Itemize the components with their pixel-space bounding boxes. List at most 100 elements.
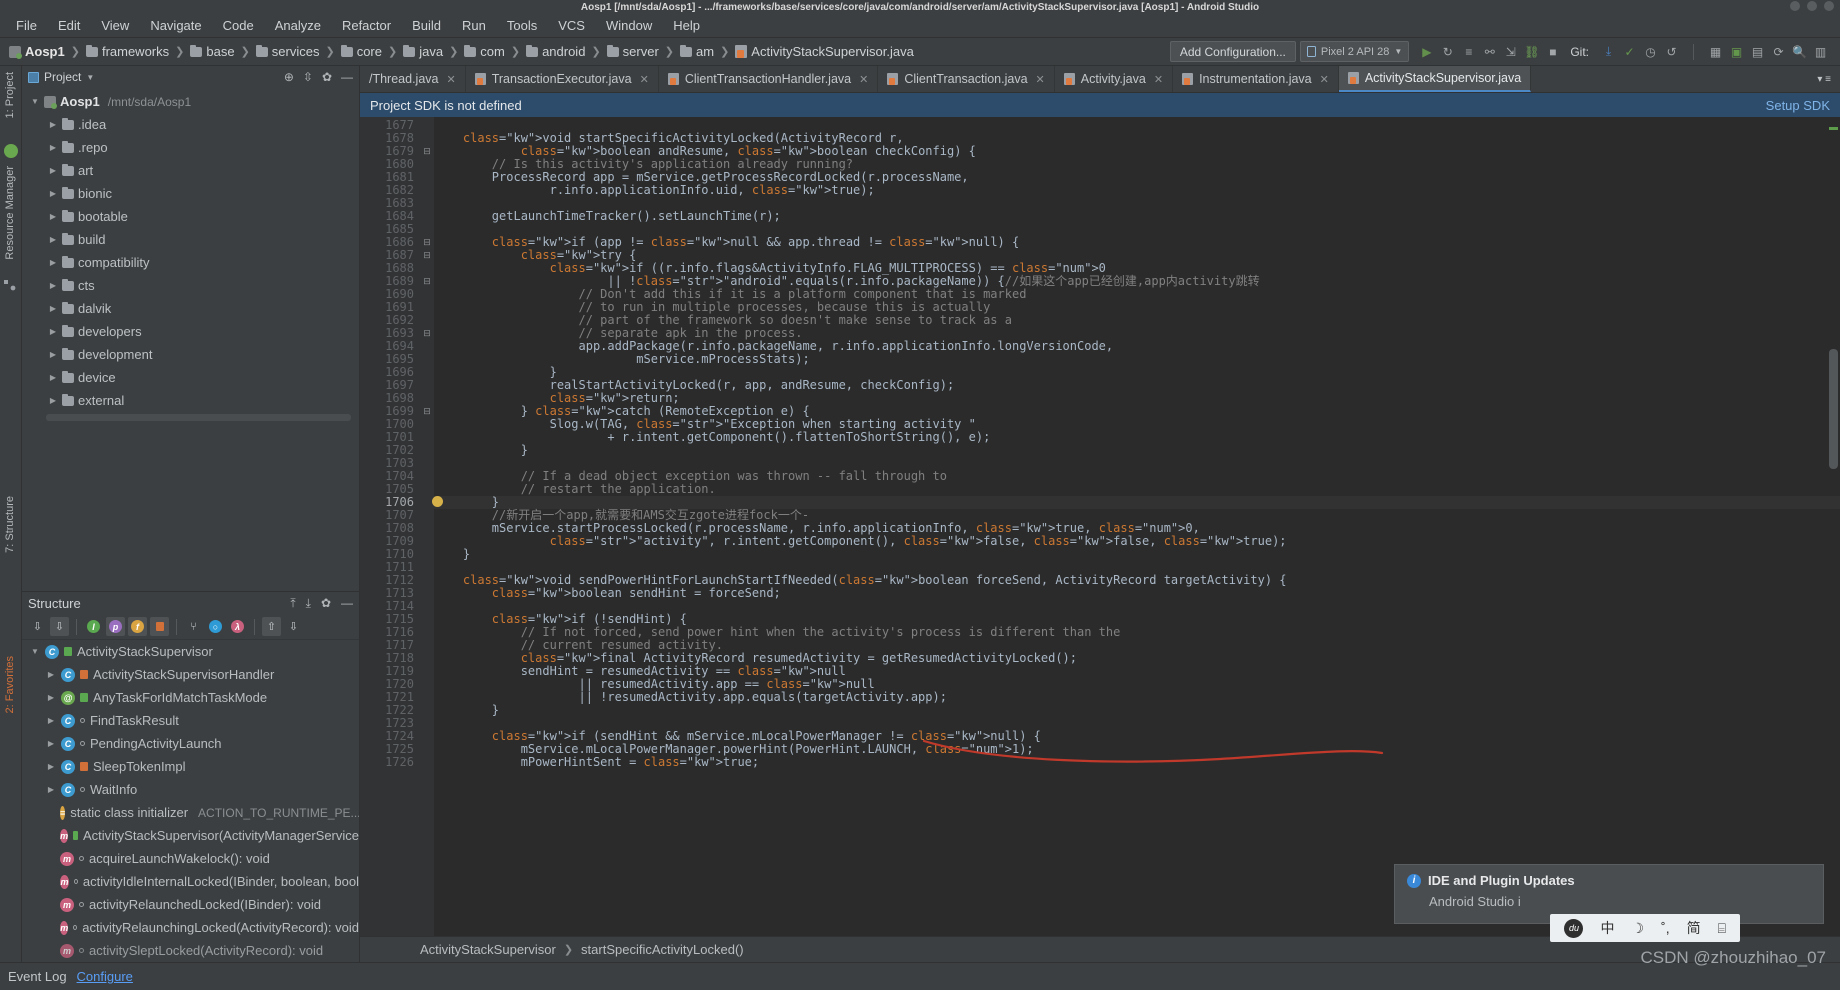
avd-manager-icon[interactable]: ▣ [1729,44,1744,59]
expand-arrow-icon[interactable]: ▶ [48,350,58,359]
tree-row-root[interactable]: ▼ Aosp1 /mnt/sda/Aosp1 [22,90,359,113]
breadcrumb-item-file[interactable]: ActivityStackSupervisor.java [732,43,917,60]
expand-arrow-icon[interactable]: ▶ [48,166,58,175]
expand-arrow-icon[interactable]: ▶ [46,693,56,702]
menu-file[interactable]: File [6,15,47,36]
breadcrumb-class[interactable]: ActivityStackSupervisor [420,942,556,957]
structure-row-pendingactivitylaunch[interactable]: ▶ C PendingActivityLaunch [22,732,359,755]
breadcrumb-item-android[interactable]: android [523,43,588,60]
ime-simplified-toggle[interactable]: 简 [1687,918,1701,938]
structure-row-acquirelaunchwakelock[interactable]: m acquireLaunchWakelock(): void [22,847,359,870]
close-icon[interactable]: ✕ [640,73,649,86]
structure-row-activityrelaunchinglocked[interactable]: m activityRelaunchingLocked(ActivityReco… [22,916,359,939]
close-icon[interactable]: ✕ [446,73,455,86]
expand-arrow-icon[interactable]: ▶ [46,716,56,725]
breadcrumb-item-core[interactable]: core [338,43,385,60]
tree-row-art[interactable]: ▶ art [22,159,359,182]
editor-tab-thread[interactable]: /Thread.java ✕ [360,66,466,92]
structure-row-constructor[interactable]: m ActivityStackSupervisor(ActivityManage… [22,824,359,847]
menu-help[interactable]: Help [663,15,710,36]
menu-window[interactable]: Window [596,15,662,36]
breadcrumb-item-aosp1[interactable]: Aosp1 [6,43,68,60]
show-interfaces-icon[interactable]: ○ [206,617,225,636]
attach-debugger-icon[interactable]: ⇲ [1503,44,1518,59]
breadcrumb-item-frameworks[interactable]: frameworks [83,43,172,60]
event-log-tab[interactable]: Event Log [8,969,67,984]
ime-punctuation-icon[interactable]: ˚, [1661,920,1670,936]
tree-row-cts[interactable]: ▶ cts [22,274,359,297]
expand-arrow-icon[interactable]: ▶ [46,739,56,748]
show-lambdas-icon[interactable]: λ [228,617,247,636]
code-text-area[interactable]: class="kw">void startSpecificActivityLoc… [434,117,1840,936]
structure-row-activityidleinternallocked[interactable]: m activityIdleInternalLocked(IBinder, bo… [22,870,359,893]
settings-gear-icon[interactable]: ✿ [322,70,332,84]
hide-panel-icon[interactable]: — [341,596,353,611]
tree-row-bootable[interactable]: ▶ bootable [22,205,359,228]
menu-run[interactable]: Run [452,15,496,36]
tree-row-dalvik[interactable]: ▶ dalvik [22,297,359,320]
scroll-to-source-icon[interactable]: ⇩ [284,617,303,636]
close-icon[interactable]: ✕ [1036,73,1045,86]
tool-tab-favorites[interactable]: 2: Favorites [4,656,16,713]
collapse-all-icon[interactable]: ⇳ [303,70,313,84]
editor-tab-transactionexecutor[interactable]: TransactionExecutor.java ✕ [466,66,659,92]
collapse-all-icon[interactable]: ⤓ [306,596,311,611]
maximize-button[interactable] [1807,1,1817,11]
editor-tab-clienttransactionhandler[interactable]: ClientTransactionHandler.java ✕ [659,66,879,92]
scroll-from-source-icon[interactable]: ⇧ [262,617,281,636]
expand-arrow-icon[interactable]: ▶ [48,143,58,152]
code-line[interactable]: mService.mProcessStats); [434,353,1840,366]
tool-tab-project[interactable]: 1: Project [4,72,16,118]
code-line[interactable]: class="kw">boolean sendHint = forceSend; [434,587,1840,600]
close-icon[interactable]: ✕ [859,73,868,86]
expand-arrow-icon[interactable]: ▼ [30,97,40,106]
tree-row-compatibility[interactable]: ▶ compatibility [22,251,359,274]
structure-row-static-initializer[interactable]: ≡ static class initializer ACTION_TO_RUN… [22,801,359,824]
code-line[interactable]: || !resumedActivity.app.equals(targetAct… [434,691,1840,704]
expand-arrow-icon[interactable]: ▶ [48,281,58,290]
editor-tab-activity[interactable]: Activity.java ✕ [1055,66,1174,92]
menu-refactor[interactable]: Refactor [332,15,401,36]
expand-arrow-icon[interactable]: ▶ [46,785,56,794]
settings-icon[interactable]: ▥ [1813,44,1828,59]
show-fields-icon[interactable]: f [128,617,147,636]
tree-row-development[interactable]: ▶ development [22,343,359,366]
structure-row-anytaskforidmatchtaskmode[interactable]: ▶ @ AnyTaskForIdMatchTaskMode [22,686,359,709]
rerun-icon[interactable]: ↻ [1440,44,1455,59]
fold-toggle-icon[interactable]: ⊟ [420,249,434,262]
show-non-public-icon[interactable] [150,617,169,636]
structure-tree[interactable]: ▼ C ActivityStackSupervisor ▶ C Activity… [22,640,359,962]
close-icon[interactable]: ✕ [1154,73,1163,86]
git-commit-icon[interactable]: ✓ [1622,44,1637,59]
menu-code[interactable]: Code [213,15,264,36]
menu-navigate[interactable]: Navigate [140,15,211,36]
editor-tab-clienttransaction[interactable]: ClientTransaction.java ✕ [878,66,1055,92]
code-line[interactable]: // restart the application. [434,483,1840,496]
structure-row-activitysleptlocked[interactable]: m activitySleptLocked(ActivityRecord): v… [22,939,359,962]
ime-language-toggle[interactable]: 中 [1600,918,1614,938]
expand-arrow-icon[interactable]: ▶ [46,762,56,771]
fold-toggle-icon[interactable]: ⊟ [420,236,434,249]
window-controls[interactable] [1790,1,1834,11]
ime-moon-icon[interactable]: ☽ [1631,920,1644,937]
breadcrumb-item-services[interactable]: services [253,43,323,60]
tree-row-device[interactable]: ▶ device [22,366,359,389]
apply-changes-icon[interactable]: ≡ [1461,44,1476,59]
fold-toggle-icon[interactable]: ⊟ [420,145,434,158]
breadcrumb-item-com[interactable]: com [461,43,508,60]
sort-alphabetically-icon[interactable]: ⇩ [50,617,69,636]
sync-gradle-icon[interactable]: ⟳ [1771,44,1786,59]
baidu-ime-logo-icon[interactable]: du [1564,918,1584,938]
code-editor[interactable]: 1677 1678 1679 1680 1681 1682 1683 1684 1685 1686… [360,117,1840,936]
ime-keyboard-icon[interactable]: ⌸ [1718,920,1726,937]
add-configuration-button[interactable]: Add Configuration... [1169,41,1296,62]
breadcrumb-item-server[interactable]: server [604,43,662,60]
hide-panel-icon[interactable]: — [341,70,353,84]
git-history-icon[interactable]: ◷ [1643,44,1658,59]
code-line[interactable]: + r.intent.getComponent().flattenToShort… [434,431,1840,444]
menu-view[interactable]: View [91,15,139,36]
breadcrumb-item-am[interactable]: am [677,43,717,60]
ime-input-toolbar[interactable]: du 中 ☽ ˚, 简 ⌸ [1550,914,1740,942]
expand-arrow-icon[interactable]: ▼ [30,647,40,656]
editor-tab-instrumentation[interactable]: Instrumentation.java ✕ [1173,66,1339,92]
